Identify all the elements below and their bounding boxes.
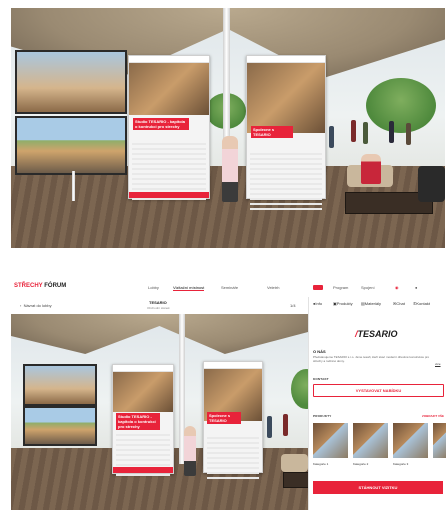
view-counter: 1/4 (290, 303, 296, 308)
banner-header (204, 362, 262, 369)
seated-avatar-right (418, 166, 445, 202)
tab-materialy-label: Materiály (364, 301, 382, 306)
tab-info[interactable]: ● Info (313, 301, 322, 306)
banner-right[interactable]: Spolecne s TESARIO (246, 55, 326, 210)
banner-photo (113, 372, 173, 412)
nav-item-veletrh[interactable]: Veletrh (267, 285, 279, 290)
tab-materialy[interactable]: ▤ Materiály (361, 301, 381, 306)
logo-suffix: FÓRUM (44, 283, 67, 289)
visitor-avatar (222, 136, 238, 202)
crowd-person (283, 414, 288, 436)
banner-caption: Spolecne s TESARIO (207, 412, 241, 424)
product-card[interactable] (433, 423, 446, 458)
tab-kontakt-label: Kontakt (416, 301, 430, 306)
panel-tabs: ● Info ▣ Produkty ▤ Materiály ✉ Chat ✆ K… (313, 301, 446, 310)
live-badge (313, 285, 323, 290)
offer-button[interactable]: VYSTAVOVAT NABÍDKU (313, 384, 444, 397)
crowd-person (406, 123, 411, 145)
banner-left[interactable]: Studio TESARIO - kapitola o kontrukci pr… (112, 364, 174, 478)
coffee-table (283, 472, 308, 488)
screen-frame-construction[interactable] (23, 364, 97, 406)
more-link[interactable]: více (435, 362, 441, 366)
banner-right[interactable]: Spolecne s TESARIO (203, 361, 263, 481)
crowd-person (389, 121, 394, 143)
back-label: Návrat do lobby (23, 303, 52, 308)
screen-house[interactable] (23, 406, 97, 446)
tree (366, 78, 436, 133)
banner-caption: Spolecne s TESARIO (251, 126, 293, 138)
banner-text (207, 437, 259, 481)
banner-photo (129, 63, 209, 115)
contact-label: KONTAKT (313, 377, 329, 381)
exhibitor-logo: /TESARIO (355, 329, 398, 339)
banner-photo (247, 63, 325, 133)
tab-produkty[interactable]: ▣ Produkty (333, 301, 353, 306)
about-text: Představujeme TESARIO s.r.o. Jsme tesaři… (313, 355, 430, 363)
booth-3d-view[interactable]: Studio TESARIO - kapitola o kontrukci pr… (11, 314, 308, 510)
crowd-person (329, 126, 334, 148)
back-to-lobby-link[interactable]: ‹ Návrat do lobby (20, 303, 52, 308)
tab-chat[interactable]: ✉ Chat (393, 301, 405, 306)
banner-header (247, 56, 325, 63)
about-title: O NÁS (313, 349, 326, 354)
seated-avatar (361, 154, 381, 184)
screen-house[interactable] (15, 116, 127, 175)
tab-info-label: Info (315, 301, 323, 306)
product-card[interactable] (313, 423, 348, 458)
booth-title: TESARIO (149, 300, 167, 305)
banner-footer (129, 192, 209, 198)
visitor-avatar (184, 426, 196, 476)
nav-item-seminare[interactable]: Semináře (221, 285, 238, 290)
booth-subheader: ‹ Návrat do lobby TESARIO Obchodní stáne… (11, 297, 308, 315)
user-menu-icon[interactable]: ● (415, 285, 417, 290)
product-card[interactable] (353, 423, 388, 458)
tab-chat-label: Chat (396, 301, 405, 306)
screen-frame-construction[interactable] (15, 50, 127, 114)
logo-brand: STŘECHY (14, 283, 43, 289)
site-logo[interactable]: STŘECHY FÓRUM (14, 283, 66, 289)
exhibitor-panel: ● Info ▣ Produkty ▤ Materiály ✉ Chat ✆ K… (308, 297, 446, 510)
product-card[interactable] (393, 423, 428, 458)
show-all-link[interactable]: ZOBRAZIT VŠE (422, 414, 444, 418)
banner-header (113, 365, 173, 372)
product-label: Kategorie 1 (313, 462, 329, 466)
top-navigation: STŘECHY FÓRUM Lobby Vizitační místnost S… (11, 279, 446, 298)
booth-subtitle: Obchodní stánek (147, 306, 170, 310)
screen-stand (72, 171, 75, 201)
product-label: Kategorie 2 (353, 462, 369, 466)
banner-caption: Studio TESARIO - kapitola o kontrukci pr… (116, 413, 160, 430)
tab-kontakt[interactable]: ✆ Kontakt (413, 301, 430, 306)
booth-3d-view-top[interactable]: Studio TESARIO - kapitola o kontrukci pr… (11, 8, 445, 248)
notification-icon[interactable]: ◉ (395, 285, 399, 290)
nav-item-program[interactable]: Program (333, 285, 348, 290)
exhibitor-logo-text: TESARIO (357, 329, 398, 339)
banner-caption: Studio TESARIO - kapitola o kontrukci pr… (133, 118, 189, 130)
tab-produkty-label: Produkty (336, 301, 353, 306)
lounge-chair (281, 454, 308, 472)
banner-text (250, 153, 322, 210)
banner-header (129, 56, 209, 63)
banner-footer (113, 467, 173, 473)
product-label: Kategorie 3 (393, 462, 409, 466)
crowd-person (267, 416, 272, 438)
crowd-person (351, 120, 356, 142)
nav-item-lobby[interactable]: Lobby (148, 285, 159, 290)
nav-item-vizitacni-mistnost[interactable]: Vizitační místnost (173, 285, 205, 291)
products-label: PRODUKTY (313, 414, 332, 418)
nav-item-spojeni[interactable]: Spojení (361, 285, 375, 290)
banner-left[interactable]: Studio TESARIO - kapitola o kontrukci pr… (128, 55, 210, 200)
crowd-person (363, 122, 368, 144)
download-card-button[interactable]: STÁHNOUT VIZITKU (313, 481, 443, 494)
